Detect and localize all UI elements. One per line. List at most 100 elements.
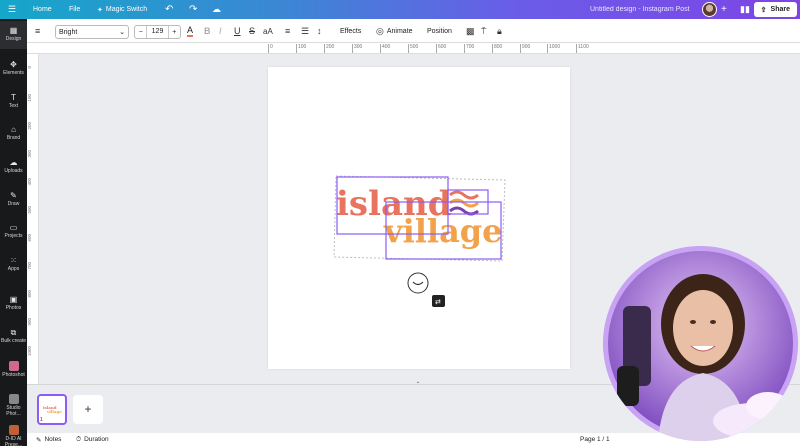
timer-icon: ⏱ (76, 435, 82, 443)
ruler-tick: 100 (27, 94, 32, 102)
font-size-input[interactable]: 129 (146, 26, 169, 38)
rotate-handle[interactable] (407, 272, 429, 294)
photoshot-icon (8, 361, 19, 371)
ruler-tick: 900 (519, 44, 531, 53)
wave-graphic[interactable] (449, 190, 479, 216)
ruler-tick: 700 (463, 44, 475, 53)
ruler-tick: 300 (27, 150, 32, 158)
ruler-tick: 600 (435, 44, 447, 53)
redo-icon[interactable]: ↷ (189, 0, 197, 19)
menu-icon[interactable]: ☰ (8, 0, 16, 19)
align-icon[interactable]: ≡ (285, 19, 290, 43)
sidebar-item-draw[interactable]: ✎ Draw (0, 191, 27, 207)
font-selector[interactable]: Bright ⌄ (55, 25, 129, 39)
text-icon: T (11, 93, 16, 102)
apps-icon: ⁙ (10, 256, 17, 265)
chevron-down-icon: ⌄ (119, 29, 125, 36)
italic-icon[interactable]: I (219, 19, 222, 43)
collapse-icon[interactable]: ⌃ (413, 381, 423, 388)
horizontal-ruler: 0 100 200 300 400 500 600 700 800 900 10… (27, 43, 800, 54)
design-artwork: island village ⇄ (333, 175, 506, 307)
avatar[interactable] (702, 2, 717, 17)
ruler-tick: 0 (27, 66, 32, 69)
ruler-tick: 800 (491, 44, 503, 53)
bold-icon[interactable]: B (204, 19, 211, 43)
design-icon: ▦ (9, 26, 18, 35)
add-page-button[interactable]: + (73, 395, 103, 424)
list-icon[interactable]: ☰ (301, 19, 309, 43)
underline-icon[interactable]: U (234, 19, 241, 43)
webcam-overlay (603, 246, 798, 441)
ruler-tick: 200 (27, 122, 32, 130)
sidebar-item-d-id[interactable]: D-ID AI Prese... (0, 425, 27, 446)
ruler-tick: 500 (407, 44, 419, 53)
ruler-tick: 900 (27, 318, 32, 326)
document-title[interactable]: Untitled design - Instagram Post (590, 0, 690, 19)
presenter-video (603, 246, 798, 441)
cloud-sync-icon[interactable]: ☁ (212, 0, 221, 19)
duration-button[interactable]: ⏱ Duration (76, 436, 109, 444)
decrease-size-button[interactable]: − (135, 29, 146, 36)
ruler-tick: 0 (268, 44, 273, 53)
sidebar-item-brand[interactable]: ⌂ Brand (0, 125, 27, 141)
sidebar-item-elements[interactable]: ✥ Elements (0, 60, 27, 76)
sidebar-item-bulk-create[interactable]: ⧉ Bulk create (0, 328, 27, 344)
file-menu[interactable]: File (69, 0, 80, 19)
text-color-icon[interactable]: A (187, 19, 194, 43)
ruler-tick: 600 (27, 234, 32, 242)
sidebar-item-photos[interactable]: ▣ Photos (0, 295, 27, 311)
font-name: Bright (59, 28, 78, 36)
page-thumbnail[interactable]: island village 1 (37, 394, 67, 425)
ruler-tick: 400 (379, 44, 391, 53)
draw-icon: ✎ (10, 191, 17, 200)
magic-switch-label: Magic Switch (105, 6, 148, 13)
sidebar-item-design[interactable]: ▦ Design (0, 21, 27, 49)
home-button[interactable]: Home (33, 0, 52, 19)
ruler-tick: 1000 (546, 44, 561, 53)
brand-icon: ⌂ (11, 125, 16, 134)
animate-icon: ◎ (376, 25, 384, 36)
transparency-icon[interactable]: ▩ (466, 19, 475, 43)
effects-button[interactable]: Effects (340, 19, 361, 43)
village-text[interactable]: village (383, 212, 503, 250)
svg-text:⇄: ⇄ (435, 298, 441, 306)
undo-icon[interactable]: ↶ (165, 0, 173, 19)
studio-photo-icon (8, 394, 19, 404)
ruler-tick: 300 (351, 44, 363, 53)
sidebar-item-photoshot[interactable]: Photoshot (0, 361, 27, 378)
letter-case-icon[interactable]: aA (263, 19, 273, 43)
animate-button[interactable]: ◎ Animate (376, 19, 413, 43)
magic-switch-button[interactable]: ✦ Magic Switch (97, 0, 147, 19)
sidebar-item-projects[interactable]: ▭ Projects (0, 223, 27, 239)
page-number: 1 (40, 417, 43, 423)
d-id-icon (8, 425, 19, 435)
text-toolbar: ≡ Bright ⌄ − 129 + A B I U S aA ≡ ☰ ↕ Ef… (27, 19, 800, 43)
sidebar-item-uploads[interactable]: ☁ Uploads (0, 158, 27, 174)
analytics-icon[interactable]: ▮▮ (740, 0, 750, 19)
ruler-tick: 400 (27, 178, 32, 186)
vertical-ruler: 0 100 200 300 400 500 600 700 800 900 10… (27, 54, 39, 384)
spacing-icon[interactable]: ↕ (317, 19, 322, 43)
font-size-stepper[interactable]: − 129 + (134, 25, 181, 39)
sidebar-item-studio-photo[interactable]: Studio Phot... (0, 394, 27, 417)
ruler-tick: 1000 (27, 346, 32, 357)
position-button[interactable]: Position (427, 19, 452, 43)
strikethrough-icon[interactable]: S (249, 19, 255, 43)
ruler-tick: 700 (27, 262, 32, 270)
hamburger-icon[interactable]: ≡ (35, 19, 40, 43)
share-button[interactable]: ⇪ Share (753, 2, 797, 17)
share-label: Share (770, 6, 790, 13)
add-collaborator-icon[interactable]: + (721, 0, 727, 19)
notes-button[interactable]: ✎ Notes (36, 436, 61, 444)
sparkle-icon: ✦ (97, 6, 103, 14)
paint-roller-icon[interactable]: ⍑ (481, 19, 486, 43)
share-icon: ⇪ (760, 6, 767, 14)
side-rail: ▦ Design ✥ Elements T Text ⌂ Brand ☁ Uploads … (0, 19, 27, 446)
lock-icon[interactable]: 🔒︎ (497, 19, 502, 43)
increase-size-button[interactable]: + (169, 29, 180, 36)
sidebar-item-apps[interactable]: ⁙ Apps (0, 256, 27, 272)
design-canvas[interactable]: island village ⇄ (268, 67, 570, 369)
notes-icon: ✎ (36, 436, 42, 444)
ruler-tick: 500 (27, 206, 32, 214)
sidebar-item-text[interactable]: T Text (0, 93, 27, 109)
